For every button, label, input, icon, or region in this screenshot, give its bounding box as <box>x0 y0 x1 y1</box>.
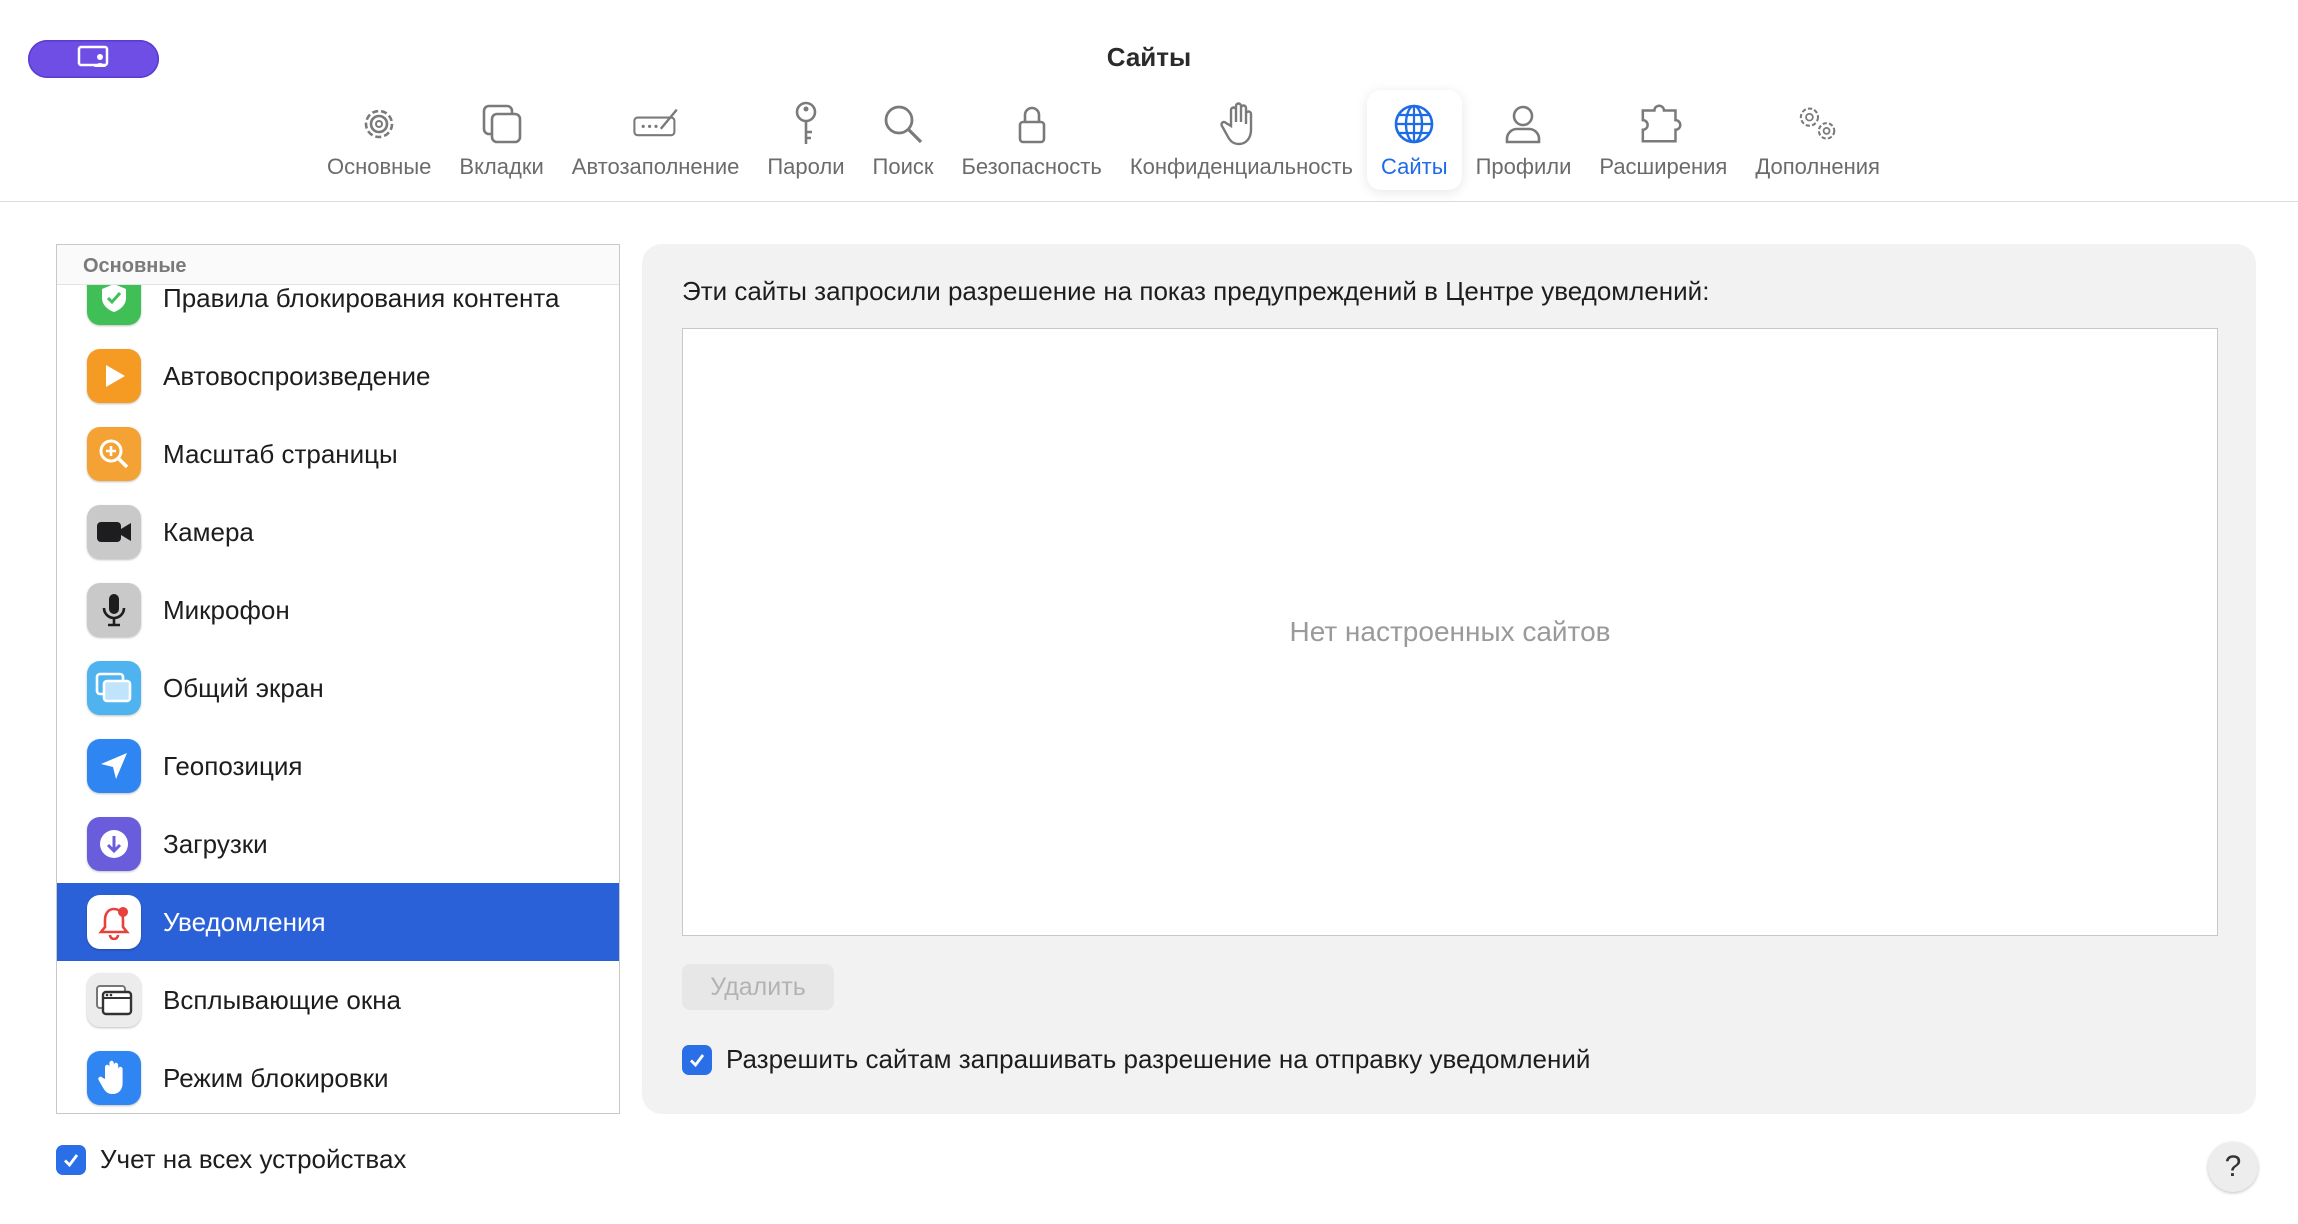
screen-share-icon <box>87 661 141 715</box>
sidebar-item-camera[interactable]: Камера <box>57 493 619 571</box>
sidebar-item-label: Всплывающие окна <box>163 984 402 1015</box>
toolbar-divider <box>0 201 2298 202</box>
sidebar-item-label: Режим блокировки <box>163 1062 389 1093</box>
gear-icon <box>355 100 403 148</box>
tab-label: Безопасность <box>961 154 1102 179</box>
sites-list[interactable]: Нет настроенных сайтов <box>682 328 2218 936</box>
tab-label: Сайты <box>1381 154 1448 179</box>
location-icon <box>87 739 141 793</box>
microphone-icon <box>87 583 141 637</box>
autoplay-icon <box>87 349 141 403</box>
sidebar-item-lockdown-mode[interactable]: Режим блокировки <box>57 1039 619 1113</box>
sidebar-item-page-zoom[interactable]: Масштаб страницы <box>57 415 619 493</box>
allow-requests-label: Разрешить сайтам запрашивать разрешение … <box>726 1044 1591 1074</box>
sidebar-item-label: Правила блокирования контента <box>163 282 560 313</box>
tab-label: Пароли <box>767 154 845 179</box>
tabs-icon <box>478 100 526 148</box>
tab-extensions[interactable]: Расширения <box>1585 90 1741 190</box>
sidebar-item-label: Масштаб страницы <box>163 438 398 469</box>
tab-label: Вкладки <box>459 154 544 179</box>
sidebar-item-downloads[interactable]: Загрузки <box>57 805 619 883</box>
sidebar-item-microphone[interactable]: Микрофон <box>57 571 619 649</box>
puzzle-icon <box>1639 100 1687 148</box>
tab-security[interactable]: Безопасность <box>947 90 1115 190</box>
sidebar-item-label: Камера <box>163 516 254 547</box>
tab-label: Дополнения <box>1755 154 1880 179</box>
help-button[interactable]: ? <box>2208 1142 2258 1192</box>
sidebar-list: Правила блокирования контента Автовоспро… <box>57 259 619 1113</box>
sync-checkbox[interactable] <box>56 1144 86 1175</box>
tab-advanced[interactable]: Дополнения <box>1741 90 1894 190</box>
hand-icon <box>1217 100 1265 148</box>
sidebar-item-label: Загрузки <box>163 828 268 859</box>
window-title: Сайты <box>1106 42 1192 72</box>
sidebar-section-header: Основные <box>57 245 619 285</box>
settings-sidebar[interactable]: Основные Правила блокирования контента А… <box>56 244 620 1114</box>
tab-search[interactable]: Поиск <box>859 90 948 190</box>
magnifier-icon <box>879 100 927 148</box>
tab-privacy[interactable]: Конфиденциальность <box>1116 90 1367 190</box>
allow-requests-checkbox[interactable] <box>682 1044 712 1075</box>
camera-icon <box>87 505 141 559</box>
checkmark-icon <box>64 1153 79 1167</box>
sidebar-item-location[interactable]: Геопозиция <box>57 727 619 805</box>
person-icon <box>1499 100 1547 148</box>
tab-label: Поиск <box>872 154 934 179</box>
key-icon <box>782 100 830 148</box>
bell-icon <box>87 895 141 949</box>
tab-general[interactable]: Основные <box>313 90 445 190</box>
sidebar-item-label: Микрофон <box>163 594 290 625</box>
lock-icon <box>1008 100 1056 148</box>
sidebar-item-notifications[interactable]: Уведомления <box>57 883 619 961</box>
tab-label: Автозаполнение <box>571 154 740 179</box>
notifications-pane: Эти сайты запросили разрешение на показ … <box>642 244 2256 1114</box>
sidebar-item-label: Уведомления <box>163 906 326 937</box>
gears-icon <box>1794 100 1842 148</box>
sidebar-item-label: Общий экран <box>163 672 324 703</box>
sidebar-item-screen-sharing[interactable]: Общий экран <box>57 649 619 727</box>
zoom-icon <box>87 427 141 481</box>
tab-label: Профили <box>1475 154 1572 179</box>
tab-label: Расширения <box>1599 154 1728 179</box>
sidebar-item-popups[interactable]: Всплывающие окна <box>57 961 619 1039</box>
allow-notification-requests[interactable]: Разрешить сайтам запрашивать разрешение … <box>682 1044 1590 1075</box>
tab-websites[interactable]: Сайты <box>1367 90 1462 190</box>
checkmark-icon <box>690 1053 705 1067</box>
tab-label: Основные <box>327 154 432 179</box>
empty-state-text: Нет настроенных сайтов <box>1289 616 1611 647</box>
sidebar-item-label: Геопозиция <box>163 750 303 781</box>
popup-window-icon <box>87 973 141 1027</box>
sidebar-item-autoplay[interactable]: Автовоспроизведение <box>57 337 619 415</box>
remove-button[interactable]: Удалить <box>682 964 834 1010</box>
download-icon <box>87 817 141 871</box>
globe-icon <box>1390 100 1438 148</box>
preferences-toolbar: Основные Вкладки Автозаполнение Пароли П… <box>313 90 1894 190</box>
tab-autofill[interactable]: Автозаполнение <box>558 90 754 190</box>
tab-label: Конфиденциальность <box>1129 154 1353 179</box>
autofill-icon <box>632 100 680 148</box>
pane-heading: Эти сайты запросили разрешение на показ … <box>682 276 1710 306</box>
tab-profiles[interactable]: Профили <box>1462 90 1586 190</box>
tab-tabs[interactable]: Вкладки <box>445 90 557 190</box>
sync-label: Учет на всех устройствах <box>100 1144 407 1174</box>
sync-across-devices[interactable]: Учет на всех устройствах <box>56 1144 406 1175</box>
tab-passwords[interactable]: Пароли <box>753 90 858 190</box>
sidebar-item-label: Автовоспроизведение <box>163 360 431 391</box>
lockdown-hand-icon <box>87 1051 141 1105</box>
